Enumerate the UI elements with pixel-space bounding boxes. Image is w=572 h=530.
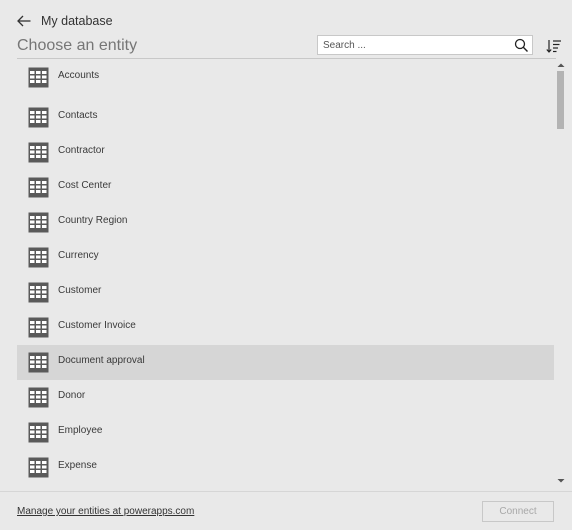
scroll-up-icon[interactable] [557, 62, 565, 68]
search-icon[interactable] [514, 38, 529, 53]
list-item[interactable]: Currency [17, 240, 554, 275]
breadcrumb: My database [41, 14, 113, 28]
table-icon [28, 247, 49, 268]
list-item[interactable]: Contractor [17, 135, 554, 170]
list-item[interactable]: Accounts [17, 60, 554, 95]
table-icon [28, 142, 49, 163]
list-item-label: Donor [58, 390, 86, 401]
list-item[interactable]: Employee [17, 415, 554, 450]
divider [17, 58, 556, 59]
list-item[interactable]: Cost Center [17, 170, 554, 205]
search-box [317, 35, 533, 55]
table-icon [28, 387, 49, 408]
table-icon [28, 352, 49, 373]
list-item[interactable]: Country Region [17, 205, 554, 240]
table-icon [28, 317, 49, 338]
sort-icon[interactable] [546, 38, 562, 54]
scroll-down-icon[interactable] [557, 478, 565, 484]
list-item-label: Currency [58, 250, 99, 261]
list-item-label: Cost Center [58, 180, 112, 191]
list-item-label: Contractor [58, 145, 105, 156]
search-input[interactable] [323, 38, 503, 52]
list-item[interactable]: Customer Invoice [17, 310, 554, 345]
list-item-label: Country Region [58, 215, 128, 226]
list-item-label: Contacts [58, 110, 98, 121]
list-item[interactable]: Donor [17, 380, 554, 415]
list-item[interactable]: Expense [17, 450, 554, 485]
footer-divider [0, 491, 572, 492]
connect-button[interactable]: Connect [482, 501, 554, 522]
page-title: Choose an entity [17, 37, 138, 54]
list-item-label: Employee [58, 425, 103, 436]
table-icon [28, 67, 49, 88]
scroll-thumb[interactable] [557, 71, 564, 129]
list-item-label: Customer [58, 285, 102, 296]
list-item[interactable]: Document approval [17, 345, 554, 380]
scrollbar[interactable] [555, 60, 567, 486]
list-item-label: Accounts [58, 70, 100, 81]
list-item[interactable]: Customer [17, 275, 554, 310]
header-row: My database [16, 11, 113, 31]
list-item-label: Document approval [58, 355, 145, 366]
table-icon [28, 457, 49, 478]
table-icon [28, 212, 49, 233]
back-arrow-icon[interactable] [16, 13, 32, 29]
table-icon [28, 422, 49, 443]
manage-entities-link[interactable]: Manage your entities at powerapps.com [17, 506, 194, 517]
table-icon [28, 282, 49, 303]
list-item-label: Expense [58, 460, 97, 471]
entity-list: Accounts Contacts Contractor Cost Center Cou… [17, 60, 554, 486]
table-icon [28, 107, 49, 128]
table-icon [28, 177, 49, 198]
list-item-label: Customer Invoice [58, 320, 136, 331]
list-item[interactable]: Contacts [17, 100, 554, 135]
